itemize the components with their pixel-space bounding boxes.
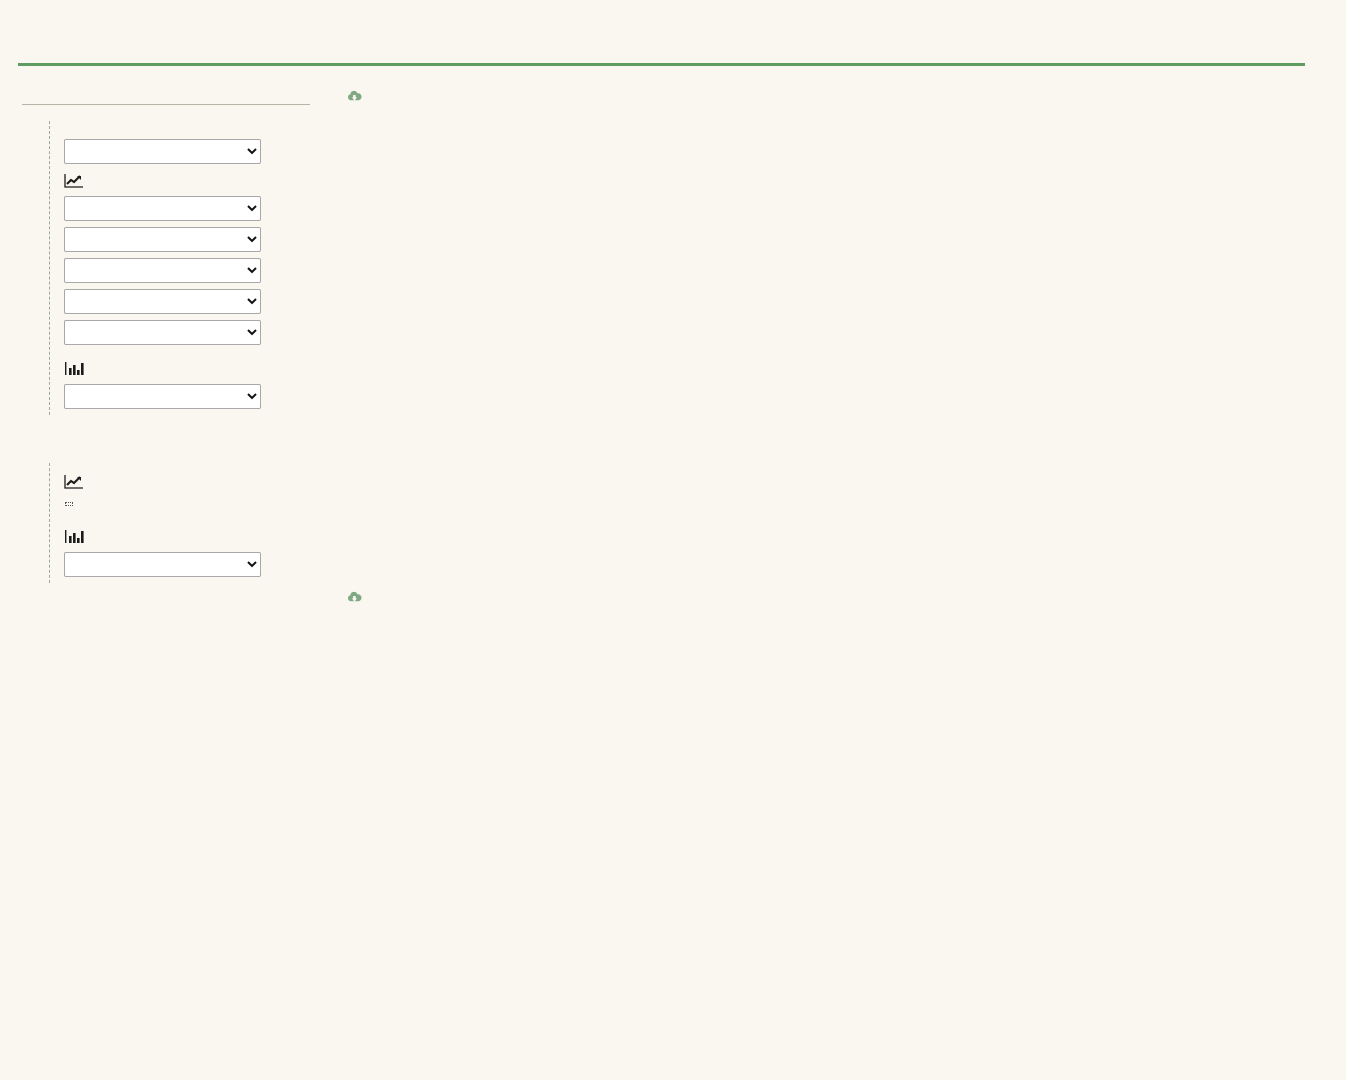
chart-container <box>338 114 1298 559</box>
over-time-heading-savings <box>64 173 336 189</box>
column-header-fiscal-year <box>340 625 525 651</box>
group-body-savings <box>49 121 336 415</box>
single-campus-select[interactable] <box>64 258 261 283</box>
charts-header <box>22 84 310 105</box>
cloud-download-icon <box>347 90 362 106</box>
bar-chart-icon <box>64 529 84 545</box>
savings-to-chart-select[interactable] <box>64 139 261 164</box>
page-body <box>0 66 1346 651</box>
action-separator <box>340 88 346 104</box>
column-header-average-annual-roi <box>525 625 713 651</box>
report-content <box>336 66 1346 651</box>
table-header-row <box>340 625 713 651</box>
single-multiple-toggle <box>82 84 86 99</box>
toggle-separator <box>82 84 86 99</box>
line-chart-icon <box>64 474 84 490</box>
link-all-projects-averaged[interactable] <box>65 502 73 506</box>
total-to-date-heading-savings <box>64 361 336 377</box>
roi-total-to-date-chart-type-select[interactable] <box>64 552 261 577</box>
cloud-download-icon <box>347 591 362 607</box>
over-time-heading-roi <box>64 474 336 490</box>
single-facility-select[interactable] <box>64 227 261 252</box>
action-separator <box>340 589 346 605</box>
table-action-bar <box>340 589 1346 607</box>
single-project-type-select[interactable] <box>64 320 261 345</box>
main-tab-bar <box>0 0 1346 66</box>
total-to-date-heading-roi <box>64 529 336 545</box>
single-project-select[interactable] <box>64 196 261 221</box>
chart-action-bar <box>340 88 1346 106</box>
roi-line-chart <box>338 114 1298 534</box>
charts-sidebar <box>0 66 336 651</box>
group-body-roi <box>49 463 336 583</box>
line-chart-icon <box>64 173 84 189</box>
roi-data-table <box>340 625 713 651</box>
single-tag-select[interactable] <box>64 289 261 314</box>
savings-total-to-date-chart-type-select[interactable] <box>64 384 261 409</box>
bar-chart-icon <box>64 361 84 377</box>
